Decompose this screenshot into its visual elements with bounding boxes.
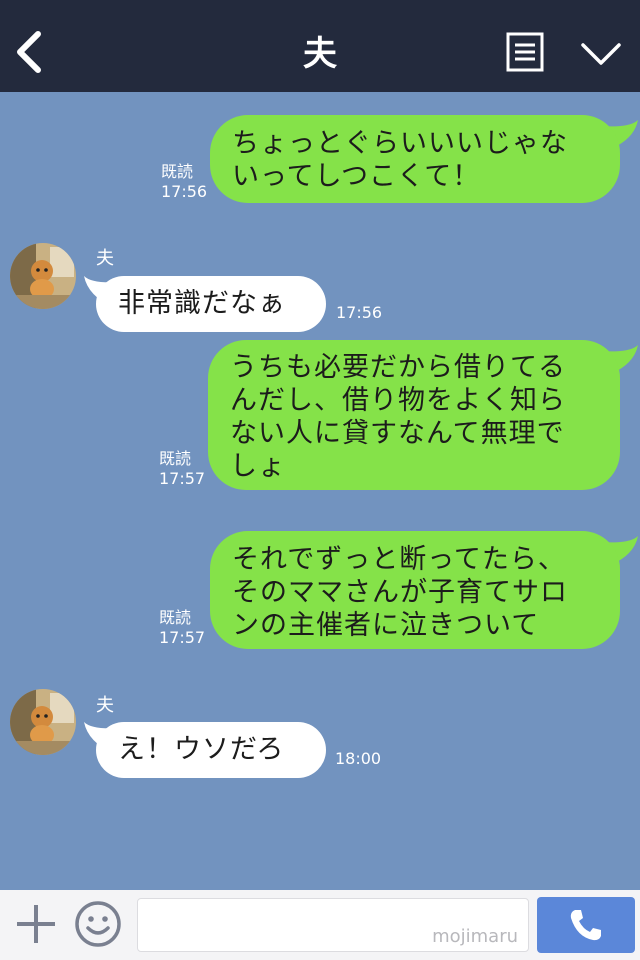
chat-header: 夫 xyxy=(0,0,640,92)
my-message-bubble[interactable]: それでずっと断ってたら、 そのママさんが子育てサロ ンの主催者に泣きついて xyxy=(210,531,620,649)
chevron-down-icon[interactable] xyxy=(580,40,622,68)
read-label: 既読 xyxy=(161,162,194,181)
watermark: mojimaru xyxy=(432,926,518,947)
avatar-image xyxy=(10,689,76,755)
read-receipt: 既読 17:57 xyxy=(159,449,205,489)
message-time: 18:00 xyxy=(335,749,382,768)
read-label: 既読 xyxy=(159,608,192,627)
read-label: 既読 xyxy=(159,449,192,468)
message-input[interactable]: mojimaru xyxy=(137,898,529,952)
chat-title: 夫 xyxy=(303,34,337,74)
sender-name: 夫 xyxy=(96,248,114,269)
read-receipt: 既読 17:57 xyxy=(159,608,205,648)
smile-icon[interactable] xyxy=(74,900,122,948)
plus-icon[interactable] xyxy=(14,902,58,946)
read-receipt: 既読 17:56 xyxy=(161,162,207,202)
my-message-bubble[interactable]: うちも必要だから借りてる んだし、借り物をよく知ら ない人に貸すなんて無理で し… xyxy=(208,340,620,490)
message-composer: mojimaru xyxy=(0,890,640,960)
my-message-bubble[interactable]: ちょっとぐらいいいじゃな いってしつこくて！ xyxy=(210,115,620,203)
their-message-bubble[interactable]: 非常識だなぁ xyxy=(96,276,326,332)
message-time: 17:56 xyxy=(161,182,208,201)
avatar[interactable] xyxy=(10,243,76,309)
message-time: 17:56 xyxy=(336,303,383,322)
their-message-bubble[interactable]: え！ウソだろ xyxy=(96,722,326,778)
avatar-image xyxy=(10,243,76,309)
chat-area[interactable]: 既読 17:56 ちょっとぐらいいいじゃな いってしつこくて！ 夫 非常識だなぁ… xyxy=(0,92,640,890)
sender-name: 夫 xyxy=(96,695,114,716)
phone-icon xyxy=(570,910,601,941)
message-time: 17:57 xyxy=(159,628,206,647)
avatar[interactable] xyxy=(10,689,76,755)
memo-icon[interactable] xyxy=(506,32,544,72)
message-time: 17:57 xyxy=(159,469,206,488)
call-button[interactable] xyxy=(537,897,635,953)
